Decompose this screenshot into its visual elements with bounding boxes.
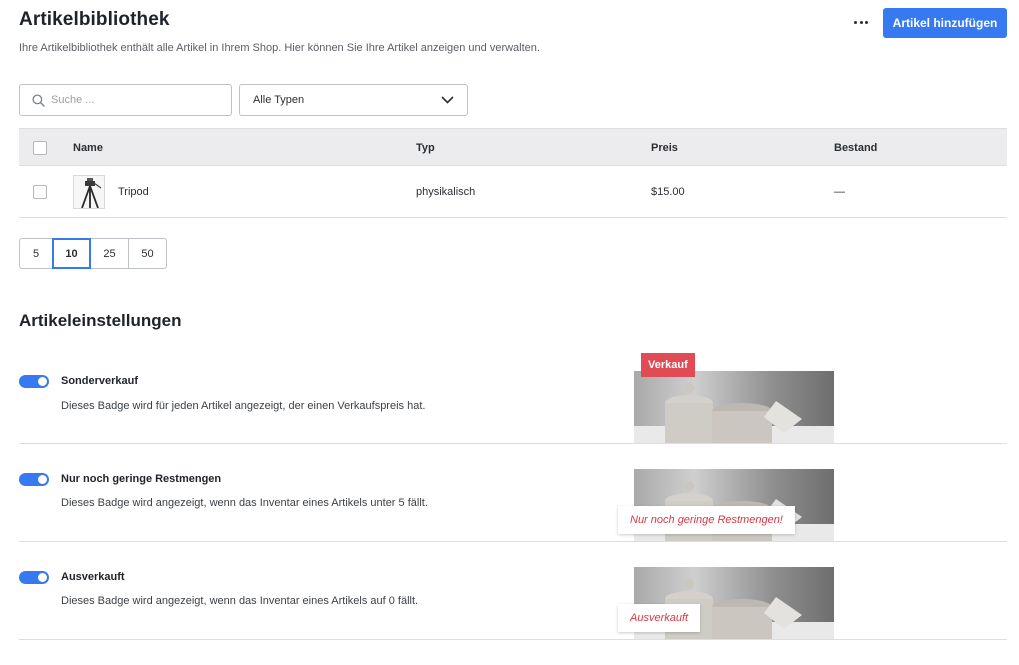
page-subtitle: Ihre Artikelbibliothek enthält alle Arti… (19, 42, 540, 54)
setting-low-stock-badge: Nur noch geringe Restmengen Dieses Badge… (19, 444, 1007, 542)
setting-label: Nur noch geringe Restmengen (61, 473, 222, 485)
sold-out-badge-toggle[interactable] (19, 571, 49, 584)
setting-description: Dieses Badge wird angezeigt, wenn das In… (61, 595, 419, 607)
type-filter-value: Alle Typen (253, 94, 305, 106)
setting-description: Dieses Badge wird für jeden Artikel ange… (61, 400, 426, 412)
sale-badge-toggle[interactable] (19, 375, 49, 388)
type-filter-select[interactable]: Alle Typen (239, 84, 468, 116)
page-size-25[interactable]: 25 (90, 238, 129, 269)
setting-label: Ausverkauft (61, 571, 125, 583)
page-size-5[interactable]: 5 (19, 238, 53, 269)
select-all-checkbox[interactable] (33, 141, 47, 155)
setting-sold-out-badge: Ausverkauft Dieses Badge wird angezeigt,… (19, 542, 1007, 640)
badge-preview-image (634, 371, 834, 443)
settings-section-title: Artikeleinstellungen (19, 311, 182, 330)
product-thumbnail (73, 175, 105, 209)
low-stock-badge-toggle[interactable] (19, 473, 49, 486)
page-size-10[interactable]: 10 (52, 238, 91, 269)
more-options-icon[interactable] (848, 12, 874, 32)
low-stock-badge: Nur noch geringe Restmengen! (618, 506, 795, 534)
chevron-down-icon (441, 96, 454, 104)
search-icon (32, 93, 45, 107)
row-checkbox[interactable] (33, 185, 47, 199)
product-name[interactable]: Tripod (118, 186, 149, 198)
page-size-selector: 5 10 25 50 (19, 238, 167, 269)
setting-sale-badge: Sonderverkauf Dieses Badge wird für jede… (19, 346, 1007, 444)
product-price: $15.00 (651, 186, 685, 198)
search-input[interactable] (51, 94, 211, 106)
column-header-name[interactable]: Name (73, 142, 103, 154)
table-header: Name Typ Preis Bestand (19, 128, 1007, 166)
page-title: Artikelbibliothek (19, 9, 170, 30)
product-stock: — (834, 186, 845, 198)
product-type: physikalisch (416, 186, 476, 198)
setting-description: Dieses Badge wird angezeigt, wenn das In… (61, 497, 428, 509)
sale-badge: Verkauf (641, 353, 695, 377)
table-row[interactable]: Tripod physikalisch $15.00 — (19, 166, 1007, 218)
setting-label: Sonderverkauf (61, 375, 139, 387)
search-field[interactable] (19, 84, 232, 116)
page-size-50[interactable]: 50 (128, 238, 167, 269)
column-header-stock[interactable]: Bestand (834, 142, 877, 154)
sold-out-badge: Ausverkauft (618, 604, 701, 632)
column-header-type[interactable]: Typ (416, 142, 435, 154)
column-header-price[interactable]: Preis (651, 142, 678, 154)
add-article-button[interactable]: Artikel hinzufügen (883, 8, 1007, 38)
